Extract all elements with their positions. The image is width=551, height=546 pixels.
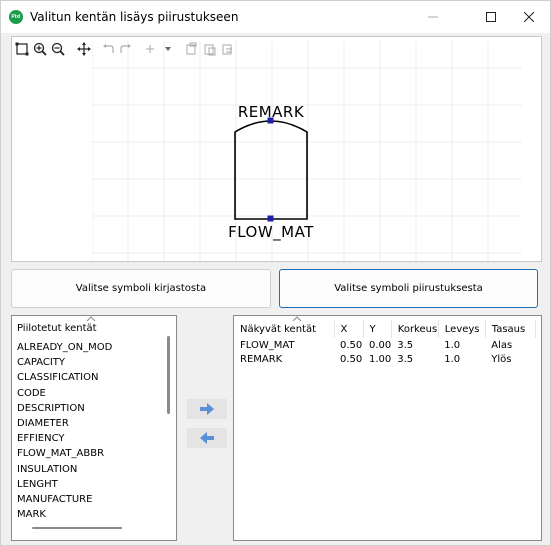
column-header-x[interactable]: X	[334, 320, 364, 338]
minimize-icon	[428, 16, 438, 18]
select-from-drawing-button[interactable]: Valitse symboli piirustuksesta	[279, 269, 538, 308]
maximize-icon	[486, 12, 496, 22]
list-item[interactable]: DIAMETER	[17, 416, 112, 431]
vertical-scrollbar[interactable]	[167, 336, 170, 414]
cell-width: 1.0	[444, 353, 461, 365]
table-row[interactable]: REMARK 0.50 1.00 3.5 1.0 Ylös	[234, 352, 535, 366]
symbol-drawing: REMARK FLOW_MAT	[228, 103, 314, 242]
minimize-button[interactable]	[410, 1, 456, 33]
cell-y: 0.00	[369, 339, 392, 351]
drawing-preview-panel: REMARK FLOW_MAT	[11, 36, 542, 262]
cell-name: REMARK	[240, 353, 283, 365]
hidden-fields-header[interactable]: Piilotetut kentät	[17, 323, 97, 334]
cell-alignment: Alas	[491, 339, 513, 351]
sort-caret-icon	[86, 316, 96, 322]
close-button[interactable]	[506, 1, 551, 33]
column-header-y[interactable]: Y	[363, 320, 392, 338]
close-icon	[524, 12, 534, 22]
column-header-width[interactable]: Leveys	[438, 320, 486, 338]
column-header-height[interactable]: Korkeus	[391, 320, 439, 338]
tank-symbol[interactable]	[234, 120, 308, 220]
list-item[interactable]: CAPACITY	[17, 355, 112, 370]
window-title: Valitun kentän lisäys piirustukseen	[30, 10, 239, 24]
cell-width: 1.0	[444, 339, 461, 351]
visible-fields-grid: Näkyvät kentät X Y Korkeus Leveys Tasaus…	[234, 320, 536, 366]
horizontal-scrollbar[interactable]	[32, 527, 122, 529]
list-item[interactable]: CLASSIFICATION	[17, 370, 112, 385]
hidden-fields-items: ALREADY_ON_MOD CAPACITY CLASSIFICATION C…	[17, 340, 112, 522]
list-item[interactable]: DESCRIPTION	[17, 401, 112, 416]
hidden-fields-list[interactable]: Piilotetut kentät ALREADY_ON_MOD CAPACIT…	[11, 315, 177, 541]
arrow-right-icon	[200, 403, 214, 415]
cell-x: 0.50	[340, 339, 363, 351]
table-header-row: Näkyvät kentät X Y Korkeus Leveys Tasaus	[234, 320, 536, 338]
list-item[interactable]: ALREADY_ON_MOD	[17, 340, 112, 355]
visible-fields-table[interactable]: Näkyvät kentät X Y Korkeus Leveys Tasaus…	[233, 315, 542, 541]
bottom-anchor-handle[interactable]	[267, 215, 274, 222]
column-header-name[interactable]: Näkyvät kentät	[234, 320, 335, 338]
select-from-library-button[interactable]: Valitse symboli kirjastosta	[11, 269, 271, 308]
arrow-left-icon	[200, 432, 214, 444]
list-item[interactable]: MANUFACTURE	[17, 492, 112, 507]
list-item[interactable]: CODE	[17, 386, 112, 401]
cell-x: 0.50	[340, 353, 363, 365]
cell-y: 1.00	[369, 353, 392, 365]
list-item[interactable]: MARK	[17, 507, 112, 522]
cell-alignment: Ylös	[491, 353, 512, 365]
remark-label[interactable]: REMARK	[238, 103, 305, 121]
table-row[interactable]: FLOW_MAT 0.50 0.00 3.5 1.0 Alas	[234, 338, 535, 352]
title-bar: Pixl Valitun kentän lisäys piirustukseen	[1, 1, 550, 33]
list-item[interactable]: FLOW_MAT_ABBR	[17, 446, 112, 461]
list-item[interactable]: EFFIENCY	[17, 431, 112, 446]
cell-height: 3.5	[397, 339, 414, 351]
app-logo-icon: Pixl	[9, 10, 23, 24]
flow-mat-label[interactable]: FLOW_MAT	[228, 223, 314, 242]
dialog-window: Pixl Valitun kentän lisäys piirustukseen	[0, 0, 551, 546]
column-header-alignment[interactable]: Tasaus	[485, 320, 536, 338]
list-item[interactable]: LENGHT	[17, 477, 112, 492]
move-to-hidden-button[interactable]	[187, 428, 227, 448]
cell-height: 3.5	[397, 353, 414, 365]
cell-name: FLOW_MAT	[240, 339, 295, 351]
move-to-visible-button[interactable]	[187, 399, 227, 419]
list-item[interactable]: INSULATION	[17, 462, 112, 477]
